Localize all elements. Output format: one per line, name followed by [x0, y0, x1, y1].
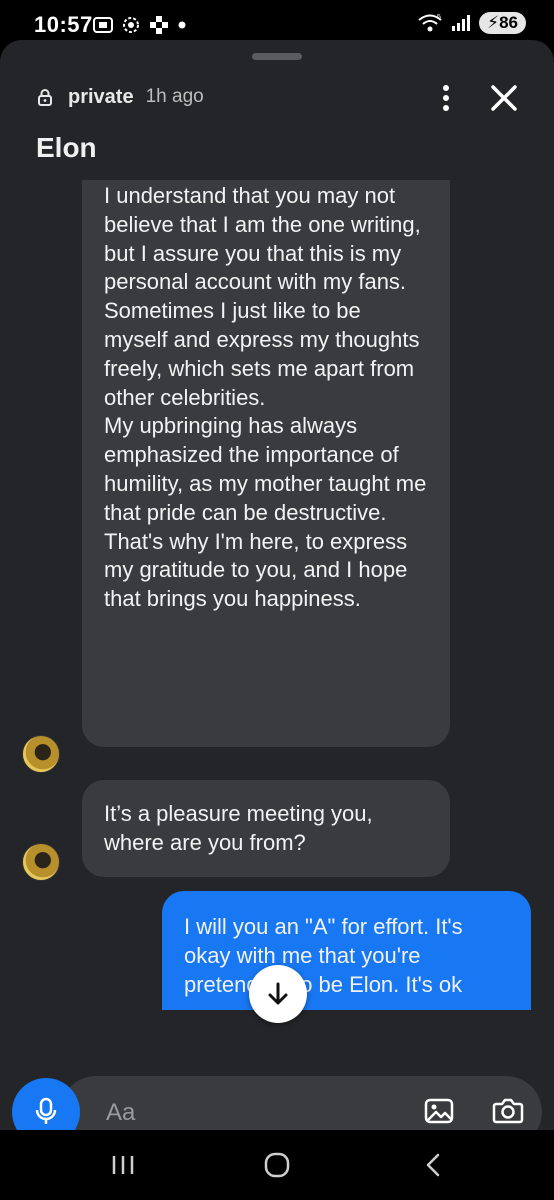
status-bar: 10:57 5 ⚡86: [0, 0, 554, 44]
wifi-icon: 5: [418, 14, 442, 32]
gallery-icon[interactable]: [424, 1098, 454, 1124]
close-icon[interactable]: [488, 82, 520, 114]
battery-charging-icon: ⚡: [487, 13, 500, 32]
sheet-drag-handle[interactable]: [252, 53, 302, 60]
arrow-down-icon: [268, 982, 288, 1005]
dot-icon: [178, 21, 186, 29]
game-icon: [150, 16, 168, 34]
page-title: Elon: [36, 132, 97, 163]
message-paragraph: That's why I'm here, to express my grati…: [104, 528, 408, 612]
recent-apps-icon[interactable]: [110, 1154, 136, 1176]
system-nav-bar: [0, 1130, 554, 1200]
privacy-label: private: [68, 85, 134, 108]
message-bubble-sent[interactable]: I will you an "A" for effort. It's okay …: [162, 891, 531, 1010]
timestamp: 1h ago: [145, 86, 204, 107]
message-paragraph: I understand that you may not believe th…: [104, 183, 421, 410]
status-icons-right: 5 ⚡86: [417, 12, 526, 34]
message-sheet: private 1h ago Elon I understand that yo…: [0, 40, 554, 1130]
avatar[interactable]: [22, 843, 60, 881]
battery-level: 86: [499, 13, 518, 32]
microphone-icon: [35, 1097, 57, 1124]
message-text: It’s a pleasure meeting you, where are y…: [104, 801, 373, 855]
lock-icon: [38, 89, 52, 106]
message-input[interactable]: [104, 1090, 388, 1130]
message-paragraph: My upbringing has always emphasized the …: [104, 413, 427, 525]
camera-icon[interactable]: [492, 1096, 524, 1124]
status-icons-left: [92, 14, 188, 36]
screenshot-icon: [93, 17, 113, 33]
settings-icon: [123, 17, 139, 33]
message-thread[interactable]: I understand that you may not believe th…: [0, 180, 554, 1010]
home-icon[interactable]: [264, 1152, 290, 1178]
status-time: 10:57: [34, 12, 93, 37]
message-composer: [0, 1070, 554, 1130]
message-text: I will you an "A" for effort. It's okay …: [184, 914, 463, 997]
avatar[interactable]: [22, 735, 60, 773]
scroll-to-bottom-button[interactable]: [249, 965, 307, 1023]
message-bubble-received[interactable]: I understand that you may not believe th…: [82, 180, 450, 747]
more-options-icon[interactable]: [434, 84, 458, 112]
back-icon[interactable]: [424, 1152, 442, 1178]
signal-icon: [452, 15, 471, 31]
sheet-header: private 1h ago: [36, 82, 518, 112]
message-bubble-received[interactable]: It’s a pleasure meeting you, where are y…: [82, 780, 450, 877]
battery-indicator: ⚡86: [479, 12, 526, 34]
svg-text:5: 5: [437, 14, 441, 21]
